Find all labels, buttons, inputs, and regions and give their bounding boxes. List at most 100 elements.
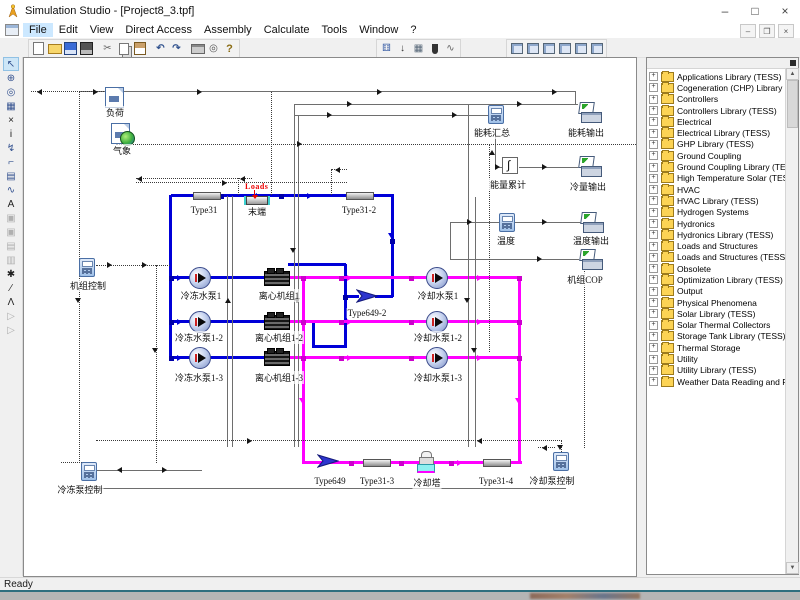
library-item-controllers[interactable]: Controllers	[649, 94, 785, 105]
library-item-obsolete[interactable]: Obsolete	[649, 263, 785, 274]
expand-icon[interactable]	[649, 287, 658, 296]
library-item-electrical-library-tess[interactable]: Electrical Library (TESS)	[649, 127, 785, 138]
library-item-hydronics-library-tess[interactable]: Hydronics Library (TESS)	[649, 229, 785, 240]
component-pipe-type31[interactable]	[193, 192, 221, 200]
print-small-tool-icon[interactable]: ▥	[3, 253, 19, 267]
component-diverter-type649-2[interactable]	[356, 287, 378, 305]
bottle-button-icon[interactable]	[427, 41, 442, 56]
component-unit-control[interactable]	[79, 258, 95, 277]
component-cw-pump-control[interactable]	[553, 452, 569, 471]
pen-tool-icon[interactable]: ∕	[3, 281, 19, 295]
menu-edit[interactable]: Edit	[53, 23, 84, 37]
menu-view[interactable]: View	[84, 23, 120, 37]
link-mode-tool-icon[interactable]: ∿	[3, 183, 19, 197]
library-item-applications-library-tess[interactable]: Applications Library (TESS)	[649, 71, 785, 82]
expand-icon[interactable]	[649, 275, 658, 284]
mdi-minimize-button[interactable]: –	[740, 24, 756, 38]
new-button-icon[interactable]	[31, 41, 46, 56]
component-weather-input[interactable]	[111, 123, 130, 144]
expand-icon[interactable]	[649, 298, 658, 307]
component-chw-pump-1-2[interactable]	[189, 311, 211, 333]
expand-icon[interactable]	[649, 106, 658, 115]
layers-tool-icon[interactable]: ▤	[3, 239, 19, 253]
library-item-high-temperature-solar-tess[interactable]: High Temperature Solar (TESS)	[649, 173, 785, 184]
copy-button-icon[interactable]	[116, 41, 131, 56]
library-item-weather-data-reading-and-process[interactable]: Weather Data Reading and Process	[649, 376, 785, 387]
win-button-icon[interactable]	[573, 41, 588, 56]
component-diverter-type649[interactable]	[317, 452, 339, 470]
library-item-hvac[interactable]: HVAC	[649, 184, 785, 195]
grid-b-tool-icon[interactable]: ▣	[3, 225, 19, 239]
expand-icon[interactable]	[649, 309, 658, 318]
select-tool-icon[interactable]: ↖	[3, 57, 19, 71]
cut-button-icon[interactable]	[100, 41, 115, 56]
menu-help[interactable]: ?	[404, 23, 422, 37]
component-chiller-1-2[interactable]	[264, 315, 290, 330]
preview-button-icon[interactable]	[206, 41, 221, 56]
win-button-icon[interactable]	[589, 41, 604, 56]
library-item-ground-coupling-library-tess[interactable]: Ground Coupling Library (TESS)	[649, 161, 785, 172]
mdi-document-icon[interactable]	[5, 24, 19, 36]
library-item-optimization-library-tess[interactable]: Optimization Library (TESS)	[649, 274, 785, 285]
print-button-icon[interactable]	[190, 41, 205, 56]
help-button-icon[interactable]	[222, 41, 237, 56]
expand-icon[interactable]	[649, 332, 658, 341]
menu-tools[interactable]: Tools	[316, 23, 354, 37]
library-item-physical-phenomena[interactable]: Physical Phenomena	[649, 297, 785, 308]
menu-assembly[interactable]: Assembly	[198, 23, 258, 37]
menu-calculate[interactable]: Calculate	[258, 23, 316, 37]
save2-button-icon[interactable]	[79, 41, 94, 56]
panel-corner-box[interactable]	[790, 60, 796, 66]
component-cw-pump-1[interactable]	[426, 267, 448, 289]
tree-button-icon[interactable]	[379, 41, 394, 56]
expand-icon[interactable]	[649, 151, 658, 160]
expand-icon[interactable]	[649, 95, 658, 104]
grid-a-tool-icon[interactable]: ▣	[3, 211, 19, 225]
maximize-button[interactable]: □	[740, 0, 770, 22]
library-item-hydrogen-systems[interactable]: Hydrogen Systems	[649, 207, 785, 218]
library-item-cogeneration-chp-library-tess[interactable]: Cogeneration (CHP) Library (TESS)	[649, 82, 785, 93]
expand-icon[interactable]	[649, 163, 658, 172]
menu-file[interactable]: File	[23, 23, 53, 37]
expand-icon[interactable]	[649, 355, 658, 364]
expand-icon[interactable]	[649, 140, 658, 149]
wrench-tool-icon[interactable]: ⌐	[3, 155, 19, 169]
expand-icon[interactable]	[649, 343, 658, 352]
redo-button-icon[interactable]	[169, 41, 184, 56]
component-load-input[interactable]	[105, 87, 124, 108]
plug-tool-icon[interactable]: ↯	[3, 141, 19, 155]
close-button[interactable]: ×	[770, 0, 800, 22]
expand-icon[interactable]	[649, 264, 658, 273]
runner-tool-icon[interactable]: Λ	[3, 295, 19, 309]
component-cooling-output[interactable]	[577, 156, 601, 176]
paste-button-icon[interactable]	[132, 41, 147, 56]
expand-icon[interactable]	[649, 117, 658, 126]
expand-icon[interactable]	[649, 366, 658, 375]
component-chw-pump-control[interactable]	[81, 462, 97, 481]
play-b-tool-icon[interactable]: ▷	[3, 323, 19, 337]
library-item-thermal-storage[interactable]: Thermal Storage	[649, 342, 785, 353]
library-item-hydronics[interactable]: Hydronics	[649, 218, 785, 229]
component-temperature-calc[interactable]	[499, 213, 515, 232]
component-energy-accumulator[interactable]	[502, 157, 518, 174]
component-pipe-type31-2[interactable]	[346, 192, 374, 200]
component-cw-pump-1-3[interactable]	[426, 347, 448, 369]
library-item-ghp-library-tess[interactable]: GHP Library (TESS)	[649, 139, 785, 150]
zoom-tool-icon[interactable]: ◎	[3, 85, 19, 99]
win-button-icon[interactable]	[541, 41, 556, 56]
library-item-loads-and-structures-tess[interactable]: Loads and Structures (TESS)	[649, 252, 785, 263]
expand-icon[interactable]	[649, 83, 658, 92]
mdi-restore-button[interactable]: ❐	[759, 24, 775, 38]
expand-icon[interactable]	[649, 242, 658, 251]
component-cw-pump-1-2[interactable]	[426, 311, 448, 333]
library-item-loads-and-structures[interactable]: Loads and Structures	[649, 240, 785, 251]
expand-icon[interactable]	[649, 129, 658, 138]
component-pipe-type31-4[interactable]	[483, 459, 511, 467]
scroll-up-icon[interactable]: ▲	[786, 68, 799, 80]
scroll-thumb[interactable]	[787, 80, 798, 128]
pan-tool-icon[interactable]: ⊕	[3, 71, 19, 85]
panel-vscrollbar[interactable]: ▲ ▼	[785, 68, 798, 574]
library-item-hvac-library-tess[interactable]: HVAC Library (TESS)	[649, 195, 785, 206]
image-tool-icon[interactable]: ▦	[3, 99, 19, 113]
component-chw-pump-1[interactable]	[189, 267, 211, 289]
